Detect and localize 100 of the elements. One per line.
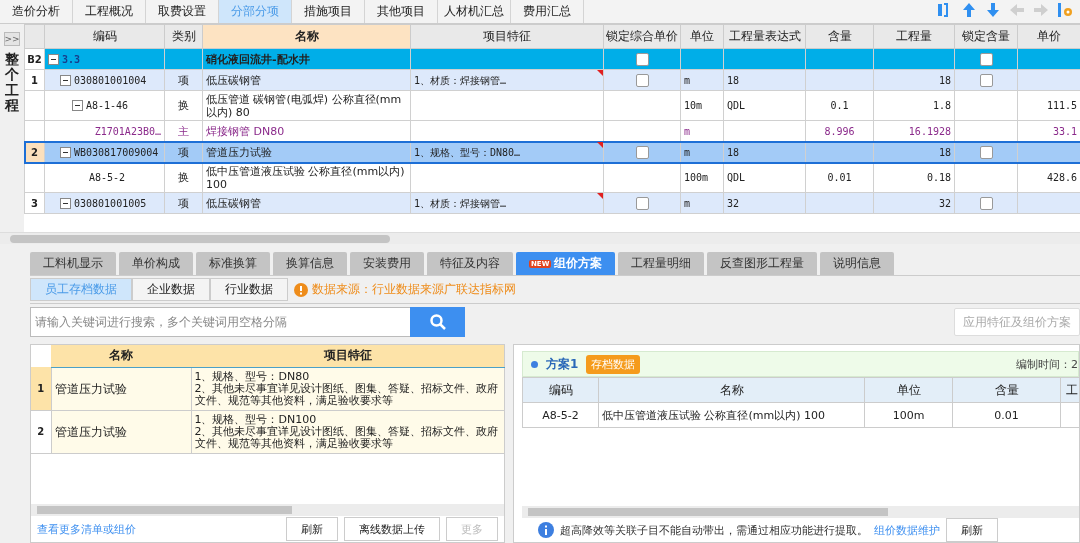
- maintain-link[interactable]: 组价数据维护: [874, 522, 940, 538]
- quantity-expression: QDL: [727, 172, 746, 183]
- item-name: 管道压力试验: [54, 424, 127, 439]
- checkbox[interactable]: [635, 73, 649, 87]
- top-tab[interactable]: 措施项目: [292, 0, 365, 23]
- column-header: 名称: [598, 377, 865, 403]
- expand-toggle[interactable]: >>: [4, 32, 20, 46]
- item-code: 030801001005: [74, 196, 147, 210]
- quantity-value: 18: [938, 146, 951, 158]
- column-header: 锁定含量: [954, 24, 1018, 49]
- collapse-icon[interactable]: [60, 146, 71, 158]
- detail-tab[interactable]: 工程量明细: [618, 252, 705, 275]
- table-cell: 低中压管道液压试验 公称直径(mm以内) 100: [602, 408, 825, 422]
- quantity-value: 16.1928: [908, 125, 951, 137]
- search-icon: [428, 313, 447, 331]
- footer-button[interactable]: 刷新: [286, 517, 338, 541]
- column-header: 项目特征: [410, 24, 604, 49]
- item-code: 3.3: [62, 52, 81, 66]
- detail-tab[interactable]: 特征及内容: [427, 252, 513, 275]
- up-arrow-icon[interactable]: [960, 1, 978, 19]
- bullet-icon: [531, 360, 538, 368]
- warning-icon: [294, 282, 308, 297]
- collapse-icon[interactable]: [60, 197, 71, 209]
- source-note: 数据来源：行业数据来源广联达指标网: [312, 281, 516, 298]
- item-name: 低压碳钢管: [206, 73, 261, 87]
- search-button[interactable]: [410, 307, 465, 337]
- quantity-expression: 18: [727, 146, 740, 158]
- quantity-value: 18: [938, 74, 951, 86]
- item-code: Z1701A23B0…: [94, 124, 161, 138]
- archive-tag: 存档数据: [586, 354, 641, 374]
- content-value: 8.996: [824, 125, 855, 137]
- detail-tab[interactable]: 工料机显示: [30, 252, 116, 275]
- column-header: 项目特征: [191, 345, 504, 367]
- top-tab[interactable]: 人材机汇总: [438, 0, 511, 23]
- top-tab[interactable]: 工程概况: [73, 0, 146, 23]
- checkbox[interactable]: [979, 73, 993, 87]
- item-name: 低中压管道液压试验 公称直径(mm以内) 100: [206, 164, 405, 191]
- quantity-value: 0.18: [926, 172, 951, 183]
- refresh-button[interactable]: 刷新: [946, 518, 998, 542]
- detail-tab[interactable]: 说明信息: [820, 252, 895, 275]
- column-header: 工程量表达式: [723, 24, 806, 49]
- item-name: 低压管道 碳钢管(电弧焊) 公称直径(mm以内) 80: [206, 92, 402, 119]
- top-tab[interactable]: 造价分析: [0, 0, 73, 23]
- detail-tab[interactable]: 单价构成: [119, 252, 193, 275]
- collapse-icon[interactable]: [72, 100, 83, 111]
- unit-value: m: [684, 125, 691, 137]
- item-feature: 1、材质：焊接钢管…: [414, 74, 507, 86]
- info-note: 超高降效等关联子目不能自动带出，需通过相应功能进行提取。: [560, 522, 868, 538]
- item-name: 硝化液回流井-配水井: [206, 52, 310, 66]
- horizontal-scrollbar[interactable]: [0, 232, 1080, 244]
- source-tab[interactable]: 行业数据: [210, 278, 288, 301]
- collapse-icon[interactable]: [60, 74, 71, 86]
- detail-tab[interactable]: 反查图形工程量: [707, 252, 818, 275]
- detail-tab[interactable]: 换算信息: [273, 252, 347, 275]
- down-arrow-icon[interactable]: [984, 1, 1002, 19]
- collapse-icon[interactable]: [48, 53, 59, 65]
- top-tab[interactable]: 其他项目: [365, 0, 438, 23]
- table-cell: 100m: [892, 408, 925, 422]
- search-field[interactable]: 请输入关键词进行搜索，多个关键词用空格分隔: [30, 307, 410, 337]
- tab-label: 安装费用: [363, 255, 411, 272]
- item-name: 管道压力试验: [54, 381, 127, 396]
- source-tab[interactable]: 企业数据: [132, 278, 210, 301]
- checkbox[interactable]: [635, 145, 649, 159]
- column-header: 类别: [164, 24, 203, 49]
- info-icon: [538, 522, 554, 538]
- checkbox[interactable]: [635, 52, 649, 66]
- checkbox[interactable]: [979, 196, 993, 210]
- detail-tab[interactable]: 标准换算: [196, 252, 270, 275]
- column-header: 工程量: [873, 24, 955, 49]
- item-feature: 1、规格、型号：DN80…: [414, 146, 521, 158]
- compiled-time: 编制时间：2: [1016, 356, 1078, 372]
- unit-value: m: [684, 74, 691, 86]
- checkbox[interactable]: [979, 52, 993, 66]
- tab-label: 标准换算: [209, 255, 257, 272]
- quantity-expression: QDL: [727, 100, 746, 111]
- row-number: B2: [27, 53, 42, 65]
- checkbox[interactable]: [979, 145, 993, 159]
- tab-label: 组价方案: [554, 255, 603, 272]
- sidebar-title: 整个工程: [5, 52, 19, 114]
- type-label: 项: [178, 145, 189, 159]
- type-label: 项: [178, 73, 189, 87]
- top-tab[interactable]: 费用汇总: [511, 0, 584, 23]
- item-feature: 1、规格、型号：DN80 2、其他未尽事宜详见设计图纸、图集、答疑、招标文件、政府文件、规范等其他资料，满足验收要求等: [194, 369, 499, 407]
- type-label: 换: [178, 99, 189, 112]
- quantity-value: 1.8: [932, 100, 951, 111]
- footer-button[interactable]: 离线数据上传: [344, 517, 440, 541]
- horizontal-scrollbar[interactable]: [31, 504, 504, 516]
- horizontal-scrollbar[interactable]: [522, 506, 1079, 518]
- tab-label: 单价构成: [132, 255, 180, 272]
- unit-price: 33.1: [1052, 125, 1077, 137]
- settings-icon[interactable]: [1056, 1, 1074, 19]
- more-link[interactable]: 查看更多清单或组价: [37, 521, 136, 537]
- checkbox[interactable]: [635, 196, 649, 210]
- column-header: 编码: [522, 377, 599, 403]
- row-number: 1: [37, 382, 45, 394]
- item-code: 030801001004: [74, 73, 147, 87]
- type-label: 主: [178, 124, 189, 138]
- detail-tab[interactable]: 安装费用: [350, 252, 424, 275]
- item-name: 焊接钢管 DN80: [206, 124, 285, 138]
- tab-label: 特征及内容: [440, 255, 500, 272]
